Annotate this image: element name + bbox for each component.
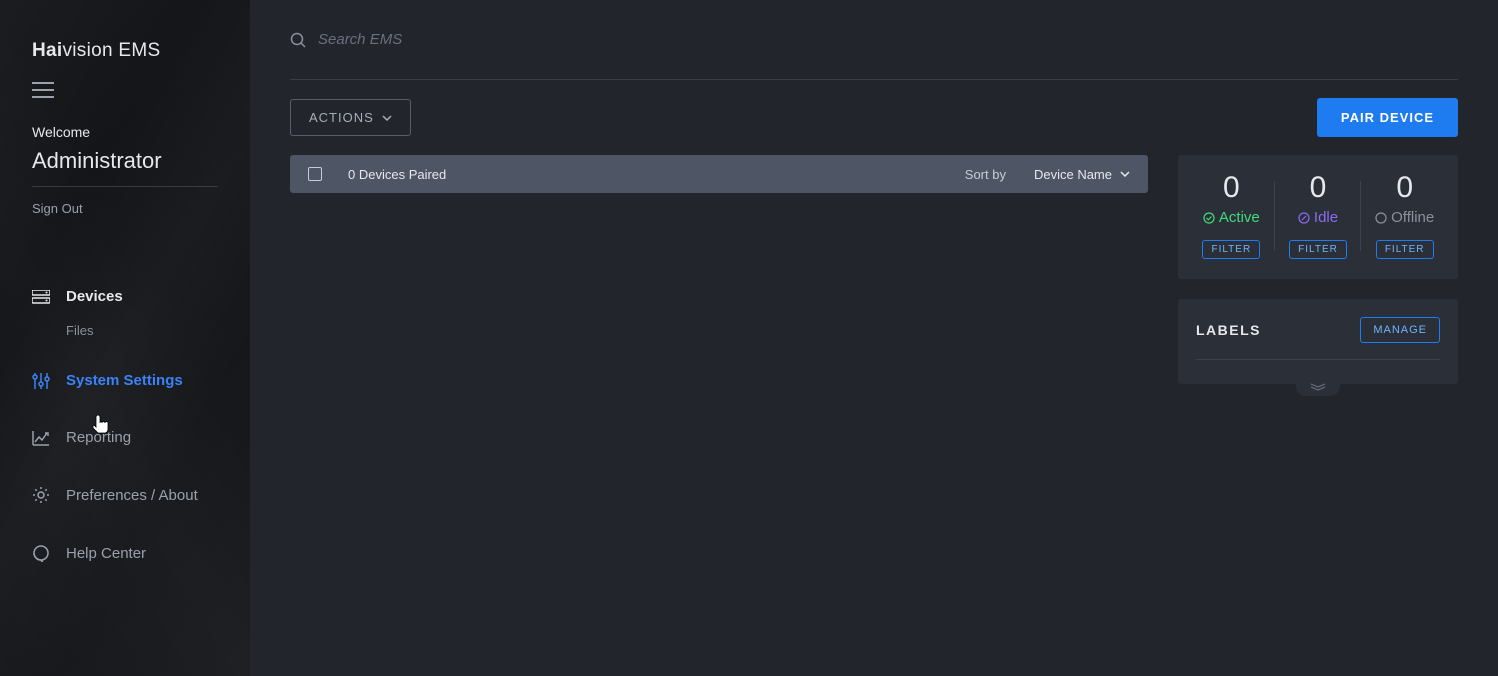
paired-count: 0 Devices Paired <box>348 167 446 182</box>
sidebar-item-reporting[interactable]: Reporting <box>0 417 250 458</box>
filter-active-button[interactable]: FILTER <box>1202 240 1260 259</box>
sign-out-link[interactable]: Sign Out <box>0 187 250 216</box>
status-idle: 0 Idle FILTER <box>1275 173 1362 259</box>
sort-by-value[interactable]: Device Name <box>1034 167 1130 182</box>
status-idle-label: Idle <box>1298 209 1338 226</box>
chart-icon <box>32 430 50 446</box>
sidebar: Haivision EMS Welcome Administrator Sign… <box>0 0 250 676</box>
labels-panel: LABELS MANAGE <box>1178 299 1458 384</box>
sidebar-item-label: Preferences / About <box>66 487 198 504</box>
filter-offline-button[interactable]: FILTER <box>1376 240 1434 259</box>
offline-icon <box>1375 212 1387 224</box>
devices-icon <box>32 290 50 304</box>
list-header: 0 Devices Paired Sort by Device Name <box>290 155 1148 193</box>
welcome-label: Welcome <box>0 108 250 140</box>
sidebar-item-preferences[interactable]: Preferences / About <box>0 474 250 516</box>
hamburger-menu[interactable] <box>0 74 250 108</box>
filter-idle-button[interactable]: FILTER <box>1289 240 1347 259</box>
actions-label: ACTIONS <box>309 110 374 125</box>
nav: Devices Files System Settings Reporting <box>0 216 250 574</box>
pair-device-button[interactable]: PAIR DEVICE <box>1317 98 1458 137</box>
gear-icon <box>32 486 50 504</box>
sort-by-label: Sort by <box>965 167 1006 182</box>
sort-value-text: Device Name <box>1034 167 1112 182</box>
sidebar-item-label: Devices <box>66 288 123 305</box>
sidebar-item-label: Reporting <box>66 429 131 446</box>
sidebar-item-devices[interactable]: Devices <box>0 276 250 317</box>
status-offline-label: Offline <box>1375 209 1434 226</box>
expand-labels-toggle[interactable] <box>1296 378 1340 396</box>
sidebar-item-help[interactable]: Help Center <box>0 532 250 574</box>
chevron-down-icon <box>1120 171 1130 177</box>
status-panel: 0 Active FILTER 0 Idle FILTER <box>1178 155 1458 279</box>
double-chevron-down-icon <box>1309 383 1327 391</box>
brand-logo: Haivision EMS <box>0 0 250 74</box>
brand-bold: Hai <box>32 40 62 61</box>
status-active-count: 0 <box>1223 173 1240 203</box>
status-offline-text: Offline <box>1391 209 1434 226</box>
sidebar-item-label: System Settings <box>66 372 183 389</box>
hamburger-icon <box>32 82 54 98</box>
search-input[interactable] <box>318 31 1458 48</box>
chevron-down-icon <box>382 115 392 121</box>
side-panels: 0 Active FILTER 0 Idle FILTER <box>1178 155 1458 384</box>
sliders-icon <box>32 373 50 389</box>
check-circle-icon <box>1203 212 1215 224</box>
help-icon <box>32 544 50 562</box>
search-icon <box>290 32 306 48</box>
sidebar-item-system-settings[interactable]: System Settings <box>0 360 250 401</box>
search-bar <box>290 0 1458 80</box>
main: ACTIONS PAIR DEVICE 0 Devices Paired Sor… <box>250 0 1498 676</box>
status-active: 0 Active FILTER <box>1188 173 1275 259</box>
status-active-label: Active <box>1203 209 1260 226</box>
toolbar: ACTIONS PAIR DEVICE <box>290 80 1458 155</box>
user-name: Administrator <box>32 140 218 187</box>
status-idle-count: 0 <box>1310 173 1327 203</box>
labels-title: LABELS <box>1196 322 1261 338</box>
status-offline: 0 Offline FILTER <box>1361 173 1448 259</box>
select-all-checkbox[interactable] <box>308 167 322 181</box>
manage-labels-button[interactable]: MANAGE <box>1360 317 1440 343</box>
status-idle-text: Idle <box>1314 209 1338 226</box>
sidebar-item-label: Help Center <box>66 545 146 562</box>
actions-button[interactable]: ACTIONS <box>290 99 411 136</box>
status-active-text: Active <box>1219 209 1260 226</box>
idle-icon <box>1298 212 1310 224</box>
device-list: 0 Devices Paired Sort by Device Name <box>290 155 1148 193</box>
status-offline-count: 0 <box>1396 173 1413 203</box>
sidebar-item-files[interactable]: Files <box>0 317 250 344</box>
brand-rest: vision EMS <box>62 40 160 61</box>
